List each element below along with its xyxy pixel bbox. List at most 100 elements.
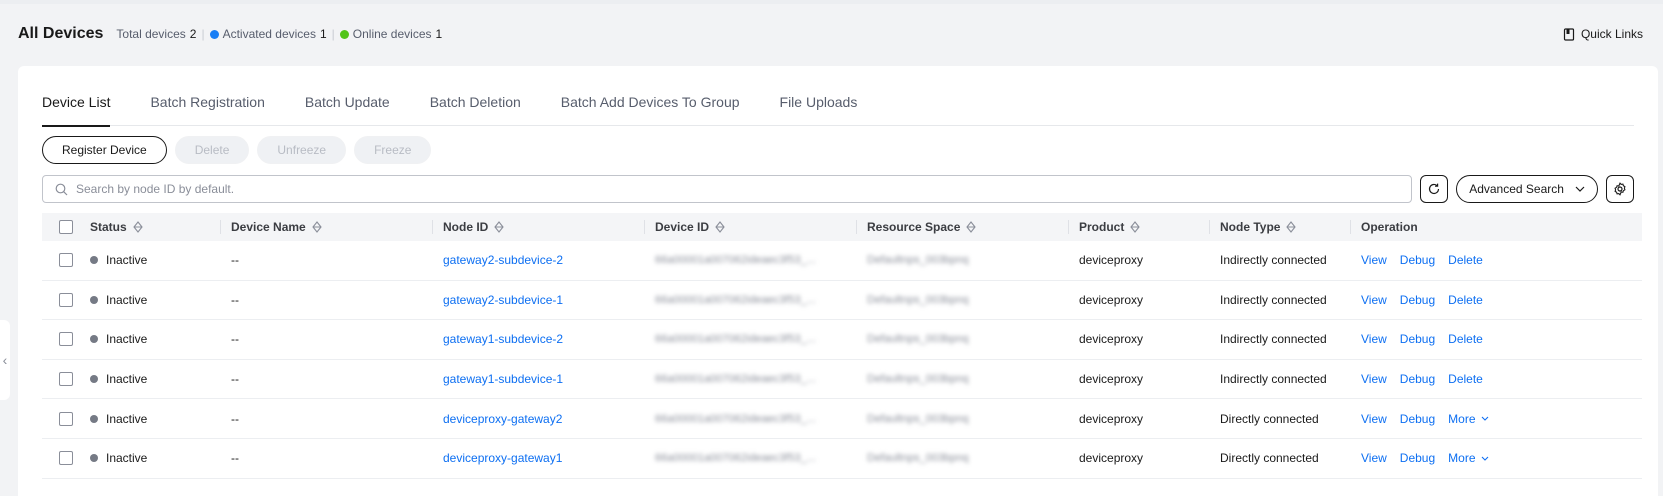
status-header-label: Status: [90, 220, 127, 234]
freeze-button[interactable]: Freeze: [354, 136, 432, 164]
row-checkbox-cell: [42, 360, 90, 399]
column-header-status[interactable]: Status: [90, 220, 220, 234]
sort-icon[interactable]: [1130, 221, 1141, 233]
device-id-blurred: 66a00001a007062ideaec3f53_...: [655, 452, 816, 465]
select-all-checkbox[interactable]: [59, 220, 73, 234]
node-id-link[interactable]: deviceproxy-gateway1: [443, 451, 562, 465]
node-id-link[interactable]: gateway2-subdevice-1: [443, 293, 563, 307]
view-link[interactable]: View: [1361, 372, 1387, 386]
book-icon: [1563, 27, 1575, 41]
view-link[interactable]: View: [1361, 253, 1387, 267]
page-title: All Devices: [18, 25, 104, 42]
resource-space-blurred: Defaultnps_003bpnq: [867, 452, 969, 465]
view-link[interactable]: View: [1361, 332, 1387, 346]
debug-link[interactable]: Debug: [1400, 451, 1435, 465]
sort-icon[interactable]: [966, 221, 977, 233]
resource-space-blurred: Defaultnps_003bpnq: [867, 293, 969, 306]
search-input[interactable]: [76, 182, 1412, 196]
tab-batch-deletion[interactable]: Batch Deletion: [430, 92, 521, 126]
status-cell: Inactive: [90, 399, 220, 438]
resource-space-cell: Defaultnps_003bpnq: [856, 439, 1068, 478]
view-link[interactable]: View: [1361, 451, 1387, 465]
device-id-blurred: 66a00001a007062ideaec3f53_...: [655, 373, 816, 386]
column-header-node-id[interactable]: Node ID: [432, 220, 644, 234]
tab-batch-registration[interactable]: Batch Registration: [150, 92, 264, 126]
resource-space-cell: Defaultnps_003bpnq: [856, 360, 1068, 399]
quick-links-button[interactable]: Quick Links: [1563, 27, 1643, 41]
debug-link[interactable]: Debug: [1400, 372, 1435, 386]
delete-link[interactable]: Delete: [1448, 372, 1483, 386]
column-header-resource-space[interactable]: Resource Space: [856, 220, 1068, 234]
header-checkbox-cell: [42, 220, 90, 234]
table-settings-button[interactable]: [1606, 175, 1634, 203]
device-id-cell: 66a00001a007062ideaec3f53_...: [644, 399, 856, 438]
online-devices-count: 1: [435, 27, 443, 41]
unfreeze-button[interactable]: Unfreeze: [257, 136, 347, 164]
tab-batch-add-devices-to-group[interactable]: Batch Add Devices To Group: [561, 92, 740, 126]
node-id-link[interactable]: gateway2-subdevice-2: [443, 253, 563, 267]
row-checkbox[interactable]: [59, 411, 73, 426]
register-device-button[interactable]: Register Device: [42, 136, 167, 164]
node-id-cell: gateway2-subdevice-2: [432, 241, 644, 280]
node-id-cell: gateway1-subdevice-1: [432, 360, 644, 399]
sort-icon[interactable]: [1286, 221, 1297, 233]
product-cell: deviceproxy: [1079, 372, 1144, 387]
debug-link[interactable]: Debug: [1400, 412, 1435, 426]
resource-space-blurred: Defaultnps_003bpnq: [867, 412, 969, 425]
operation-cell: View Debug More: [1350, 399, 1530, 438]
top-divider: [0, 0, 1663, 4]
column-header-device-id[interactable]: Device ID: [644, 220, 856, 234]
device-list-card: Device List Batch Registration Batch Upd…: [18, 66, 1658, 496]
node-type-cell: Indirectly connected: [1220, 292, 1327, 307]
status-dot: [90, 256, 98, 265]
column-header-device-name[interactable]: Device Name: [220, 220, 432, 234]
search-box[interactable]: [42, 175, 1413, 203]
sort-icon[interactable]: [312, 221, 322, 233]
device-name-cell: --: [231, 292, 239, 307]
sort-icon[interactable]: [132, 221, 143, 233]
delete-link[interactable]: Delete: [1448, 293, 1483, 307]
row-checkbox[interactable]: [59, 372, 73, 387]
status-cell: Inactive: [90, 439, 220, 478]
row-checkbox[interactable]: [59, 292, 73, 307]
node-id-link[interactable]: deviceproxy-gateway2: [443, 412, 562, 426]
product-header-label: Product: [1079, 220, 1125, 234]
column-header-node-type[interactable]: Node Type: [1209, 220, 1350, 234]
row-checkbox[interactable]: [59, 253, 73, 268]
device-id-cell: 66a00001a007062ideaec3f53_...: [644, 281, 856, 320]
column-header-operation: Operation: [1350, 220, 1530, 234]
chevron-down-icon: [1481, 416, 1488, 421]
column-header-product[interactable]: Product: [1068, 220, 1209, 234]
row-checkbox[interactable]: [59, 332, 73, 347]
device-name-cell: --: [231, 332, 239, 347]
tab-file-uploads[interactable]: File Uploads: [780, 92, 858, 126]
table-row: Inactive -- deviceproxy-gateway2 66a0000…: [42, 399, 1642, 439]
view-link[interactable]: View: [1361, 412, 1387, 426]
node-id-link[interactable]: gateway1-subdevice-2: [443, 332, 563, 346]
more-dropdown[interactable]: More: [1448, 412, 1488, 426]
tab-batch-update[interactable]: Batch Update: [305, 92, 390, 126]
debug-link[interactable]: Debug: [1400, 253, 1435, 267]
debug-link[interactable]: Debug: [1400, 332, 1435, 346]
debug-link[interactable]: Debug: [1400, 293, 1435, 307]
delete-button[interactable]: Delete: [174, 136, 250, 164]
sort-icon[interactable]: [715, 221, 725, 233]
operation-cell: View Debug Delete: [1350, 281, 1530, 320]
advanced-search-dropdown[interactable]: Advanced Search: [1456, 175, 1599, 203]
node-id-cell: deviceproxy-gateway1: [432, 439, 644, 478]
toolbar: Register Device Delete Unfreeze Freeze: [42, 136, 432, 164]
tab-device-list[interactable]: Device List: [42, 92, 111, 127]
sort-icon[interactable]: [494, 221, 505, 233]
view-link[interactable]: View: [1361, 293, 1387, 307]
delete-link[interactable]: Delete: [1448, 332, 1483, 346]
table-row: Inactive -- gateway2-subdevice-1 66a0000…: [42, 281, 1642, 321]
more-dropdown[interactable]: More: [1448, 451, 1488, 465]
delete-link[interactable]: Delete: [1448, 253, 1483, 267]
row-checkbox[interactable]: [59, 451, 73, 466]
resource-space-blurred: Defaultnps_003bpnq: [867, 254, 969, 267]
sidebar-collapse-handle[interactable]: ‹: [0, 320, 10, 400]
node-id-link[interactable]: gateway1-subdevice-1: [443, 372, 563, 386]
status-text: Inactive: [106, 292, 148, 307]
online-devices-label: Online devices: [352, 27, 432, 41]
refresh-button[interactable]: [1420, 175, 1449, 203]
